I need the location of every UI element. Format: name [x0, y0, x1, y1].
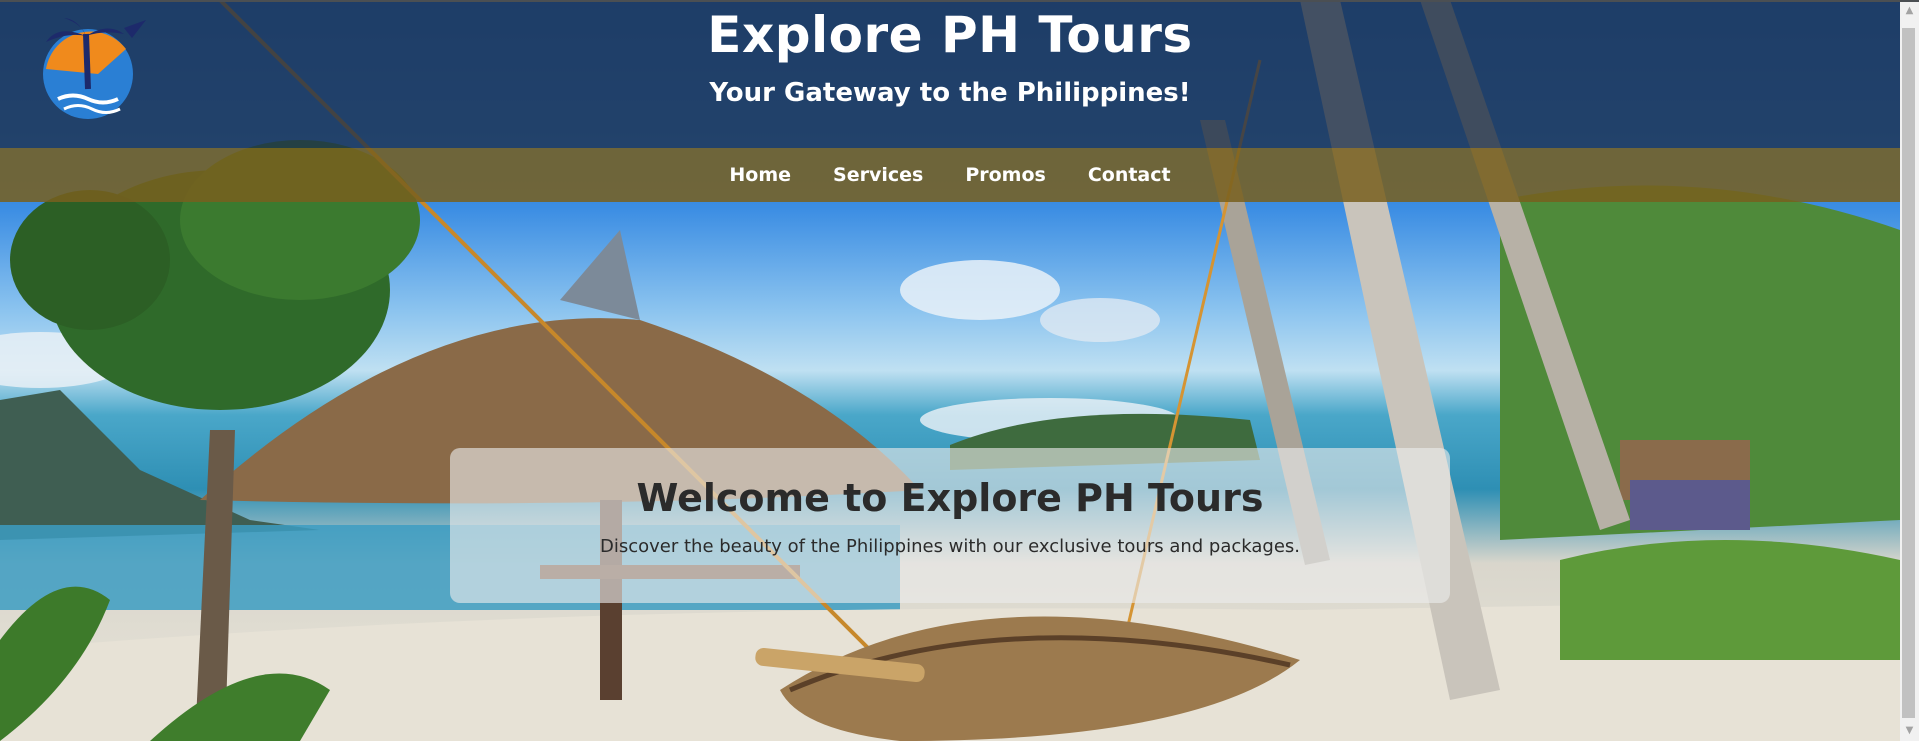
nav-link-services[interactable]: Services [833, 164, 923, 186]
welcome-text: Discover the beauty of the Philippines w… [600, 536, 1300, 557]
nav-link-promos[interactable]: Promos [965, 164, 1046, 186]
window-top-border [0, 0, 1919, 2]
nav-link-contact[interactable]: Contact [1088, 164, 1171, 186]
site-title: Explore PH Tours [707, 6, 1193, 64]
site-subtitle: Your Gateway to the Philippines! [709, 78, 1191, 108]
welcome-title: Welcome to Explore PH Tours [636, 476, 1264, 520]
nav-link-home[interactable]: Home [729, 164, 791, 186]
welcome-card: Welcome to Explore PH Tours Discover the… [450, 448, 1450, 603]
scrollbar-thumb[interactable] [1902, 28, 1915, 718]
scroll-down-arrow-icon[interactable]: ▼ [1900, 722, 1919, 740]
main-nav: Home Services Promos Contact [0, 148, 1900, 202]
scroll-up-arrow-icon[interactable]: ▲ [1900, 2, 1919, 20]
site-header: Explore PH Tours Your Gateway to the Phi… [0, 0, 1900, 148]
